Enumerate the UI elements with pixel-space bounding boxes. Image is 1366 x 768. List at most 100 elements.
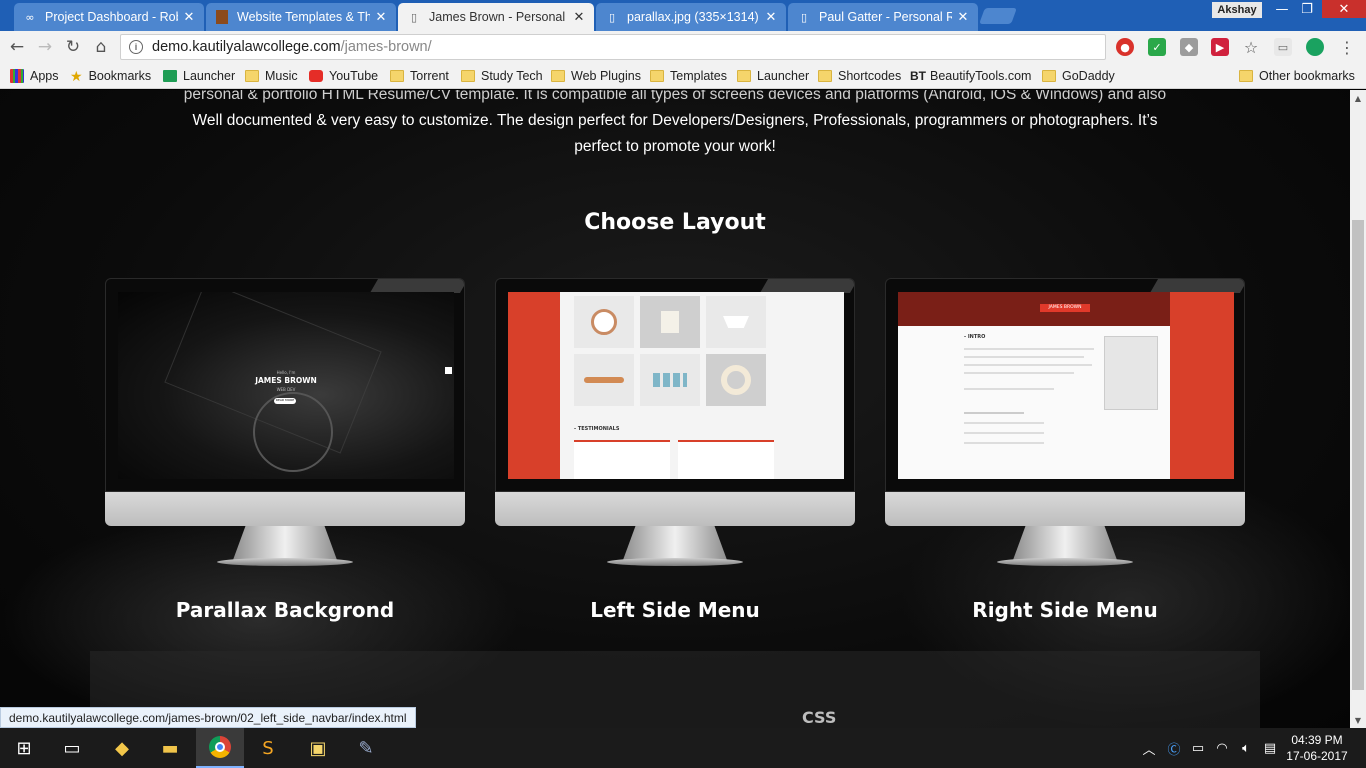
- close-icon[interactable]: ✕: [374, 10, 388, 25]
- sticky-notes-icon[interactable]: ◆: [98, 728, 146, 768]
- tab-james-brown[interactable]: ▯ James Brown - Personal R ✕: [398, 3, 594, 31]
- volume-icon[interactable]: 🔈︎: [1236, 728, 1256, 768]
- sublime-icon[interactable]: S: [244, 728, 292, 768]
- tray-device-icon[interactable]: ▭: [1188, 728, 1208, 768]
- bookmark-label: YouTube: [329, 69, 379, 83]
- page-scrollbar[interactable]: ▲ ▼: [1350, 90, 1366, 728]
- layout-label-left-menu[interactable]: Left Side Menu: [495, 598, 855, 622]
- restore-icon[interactable]: ❐: [1293, 0, 1321, 18]
- text-line: [964, 364, 1092, 366]
- close-icon[interactable]: ✕: [956, 10, 970, 25]
- info-icon[interactable]: i: [129, 40, 143, 54]
- layout-card-right-menu[interactable]: JAMES BROWN - INTRO: [885, 278, 1245, 578]
- text-line: [964, 442, 1044, 444]
- testimonial-card: [678, 440, 774, 479]
- close-icon[interactable]: ✕: [764, 10, 778, 25]
- bookmark-godaddy[interactable]: GoDaddy: [1042, 67, 1115, 85]
- bookmark-bookmarks[interactable]: ★ Bookmarks: [70, 67, 151, 85]
- bookmark-label: Music: [265, 69, 298, 83]
- preview-section-title: - INTRO: [964, 334, 986, 340]
- intro-text: personal & portfolio HTML Resume/CV temp…: [170, 90, 1180, 160]
- bookmark-apps[interactable]: Apps: [10, 67, 59, 85]
- paint-icon[interactable]: ✎: [342, 728, 390, 768]
- extension-play-icon[interactable]: ▶: [1211, 38, 1229, 56]
- preview-parallax[interactable]: Hello, I'm JAMES BROWN WEB DEV READ MORE: [118, 292, 454, 479]
- task-view-icon[interactable]: ▭: [48, 728, 96, 768]
- window-close-icon[interactable]: ✕: [1322, 0, 1366, 18]
- system-clock[interactable]: 04:39 PM 17-06-2017: [1284, 732, 1350, 764]
- layout-card-left-menu[interactable]: - TESTIMONIALS: [495, 278, 855, 578]
- forward-icon[interactable]: →: [34, 36, 56, 58]
- text-line: [964, 412, 1024, 414]
- menu-icon[interactable]: ⋮: [1338, 38, 1356, 57]
- bookmark-launcher[interactable]: Launcher: [163, 67, 235, 85]
- testimonial-card: [574, 440, 670, 479]
- bookmark-web-plugins[interactable]: Web Plugins: [551, 67, 641, 85]
- chrome-icon[interactable]: [196, 728, 244, 768]
- bookmark-launcher-folder[interactable]: Launcher: [737, 67, 809, 85]
- file-explorer-icon[interactable]: ▬: [146, 728, 194, 768]
- extension-green-icon[interactable]: [1306, 38, 1324, 56]
- media-folder-icon[interactable]: ▣: [294, 728, 342, 768]
- clock-time: 04:39 PM: [1291, 733, 1343, 747]
- bookmark-beautifytools[interactable]: BT BeautifyTools.com: [910, 67, 1031, 85]
- notifications-icon[interactable]: ▤: [1260, 728, 1280, 768]
- reload-icon[interactable]: ↻: [62, 36, 84, 58]
- intro-line: Well documented & very easy to customize…: [192, 112, 1158, 129]
- folder-icon: [1042, 70, 1056, 82]
- close-icon[interactable]: ✕: [182, 10, 196, 25]
- bookmark-label: Web Plugins: [571, 69, 641, 83]
- tab-strip: ∞ Project Dashboard - Rob ✕ Website Temp…: [0, 0, 1366, 31]
- page-icon: ▯: [410, 10, 418, 24]
- close-icon[interactable]: ✕: [572, 10, 586, 25]
- address-bar[interactable]: i demo.kautilyalawcollege.com/james-brow…: [120, 34, 1106, 60]
- windows-start-icon[interactable]: ⊞: [0, 728, 48, 768]
- minimize-icon[interactable]: —: [1268, 0, 1296, 18]
- extension-red-icon[interactable]: ●: [1116, 38, 1134, 56]
- tray-app-icon[interactable]: Ⓒ: [1164, 728, 1184, 768]
- extension-window-icon[interactable]: ▭: [1274, 38, 1292, 56]
- text-line: [964, 372, 1074, 374]
- bookmark-other[interactable]: Other bookmarks: [1239, 67, 1355, 85]
- tab-paul-gatter[interactable]: ▯ Paul Gatter - Personal Re ✕: [788, 3, 978, 31]
- status-url-bubble: demo.kautilyalawcollege.com/james-brown/…: [0, 707, 416, 728]
- cups-image: [640, 296, 700, 348]
- tab-website-templates[interactable]: Website Templates & The ✕: [206, 3, 396, 31]
- wifi-icon[interactable]: ◠: [1212, 728, 1232, 768]
- scroll-up-icon[interactable]: ▲: [1350, 90, 1366, 106]
- preview-right-menu[interactable]: JAMES BROWN - INTRO: [898, 292, 1234, 479]
- tab-parallax-jpg[interactable]: ▯ parallax.jpg (335×1314) ✕: [596, 3, 786, 31]
- plate-image: [706, 354, 766, 406]
- star-icon[interactable]: ☆: [1242, 38, 1260, 57]
- scrollbar-thumb[interactable]: [1352, 220, 1364, 690]
- section-heading: Choose Layout: [584, 210, 766, 235]
- bookmark-shortcodes[interactable]: Shortcodes: [818, 67, 901, 85]
- layout-card-parallax[interactable]: Hello, I'm JAMES BROWN WEB DEV READ MORE: [105, 278, 465, 578]
- extension-gray-icon[interactable]: ◆: [1180, 38, 1198, 56]
- new-tab-button[interactable]: [979, 8, 1017, 24]
- back-icon[interactable]: ←: [6, 36, 28, 58]
- home-icon[interactable]: ⌂: [90, 36, 112, 58]
- bookmark-label: Launcher: [183, 69, 236, 83]
- bookmark-torrent[interactable]: Torrent: [390, 67, 449, 85]
- preview-menu-icon: [445, 367, 452, 374]
- bookmark-music[interactable]: Music: [245, 67, 298, 85]
- shield-icon[interactable]: ✓: [1148, 38, 1166, 56]
- preview-left-menu[interactable]: - TESTIMONIALS: [508, 292, 844, 479]
- scroll-down-icon[interactable]: ▼: [1350, 712, 1366, 728]
- preview-portfolio-grid: [574, 296, 766, 406]
- profile-button[interactable]: Akshay: [1212, 2, 1262, 18]
- layout-label-right-menu[interactable]: Right Side Menu: [885, 598, 1245, 622]
- bookmark-study-tech[interactable]: Study Tech: [461, 67, 543, 85]
- monitor-gloss: [759, 279, 854, 293]
- bookmark-templates[interactable]: Templates: [650, 67, 727, 85]
- layout-label-parallax[interactable]: Parallax Backgrond: [105, 598, 465, 622]
- folder-icon: [461, 70, 475, 82]
- monitor-gloss: [369, 279, 464, 293]
- folder-icon: [390, 70, 404, 82]
- bookmark-youtube[interactable]: YouTube: [309, 67, 378, 85]
- bookmark-label: Apps: [30, 69, 59, 83]
- monitor-bezel: - TESTIMONIALS: [495, 278, 855, 492]
- tab-project-dashboard[interactable]: ∞ Project Dashboard - Rob ✕: [14, 3, 204, 31]
- tray-chevron-icon[interactable]: ︿: [1140, 728, 1158, 768]
